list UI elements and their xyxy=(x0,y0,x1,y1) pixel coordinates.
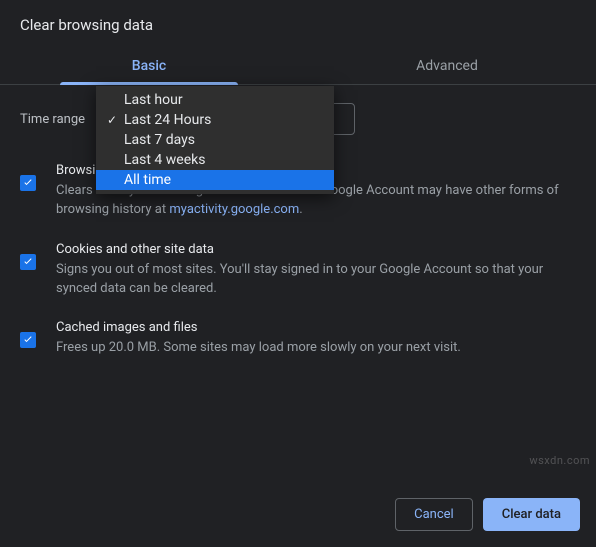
check-icon: ✓ xyxy=(104,113,120,127)
checkbox-cookies[interactable] xyxy=(20,254,36,270)
time-range-option-label: All time xyxy=(120,172,326,188)
cache-title: Cached images and files xyxy=(56,320,576,335)
check-icon xyxy=(22,256,34,268)
time-range-option[interactable]: Last 7 days xyxy=(96,130,334,150)
checkbox-browsing-history[interactable] xyxy=(20,175,36,191)
history-desc-b: . xyxy=(299,202,302,217)
cookies-desc: Signs you out of most sites. You'll stay… xyxy=(56,261,576,299)
cancel-button[interactable]: Cancel xyxy=(395,498,473,531)
myactivity-link[interactable]: myactivity.google.com xyxy=(169,202,299,217)
time-range-option-label: Last 4 weeks xyxy=(120,152,326,168)
clear-data-button[interactable]: Clear data xyxy=(483,498,580,531)
time-range-option[interactable]: Last 4 weeks xyxy=(96,150,334,170)
checkbox-cache[interactable] xyxy=(20,332,36,348)
time-range-option[interactable]: All time xyxy=(96,170,334,190)
watermark: wsxdn.com xyxy=(529,454,590,467)
item-cache: Cached images and files Frees up 20.0 MB… xyxy=(20,320,576,358)
cache-desc: Frees up 20.0 MB. Some sites may load mo… xyxy=(56,339,576,358)
dialog-footer: Cancel Clear data xyxy=(395,498,580,531)
time-range-option-label: Last 24 Hours xyxy=(120,112,326,128)
time-range-label: Time range xyxy=(20,112,85,127)
time-range-option-label: Last 7 days xyxy=(120,132,326,148)
tab-basic[interactable]: Basic xyxy=(0,46,298,84)
tabs: Basic Advanced xyxy=(0,46,596,85)
cookies-title: Cookies and other site data xyxy=(56,242,576,257)
dialog-title: Clear browsing data xyxy=(0,0,596,46)
check-icon xyxy=(22,177,34,189)
time-range-option[interactable]: Last hour xyxy=(96,90,334,110)
item-cookies: Cookies and other site data Signs you ou… xyxy=(20,242,576,299)
time-range-option-label: Last hour xyxy=(120,92,326,108)
time-range-option[interactable]: ✓Last 24 Hours xyxy=(96,110,334,130)
tab-advanced[interactable]: Advanced xyxy=(298,46,596,84)
check-icon xyxy=(22,334,34,346)
time-range-dropdown: Last hour✓Last 24 HoursLast 7 daysLast 4… xyxy=(96,86,334,194)
